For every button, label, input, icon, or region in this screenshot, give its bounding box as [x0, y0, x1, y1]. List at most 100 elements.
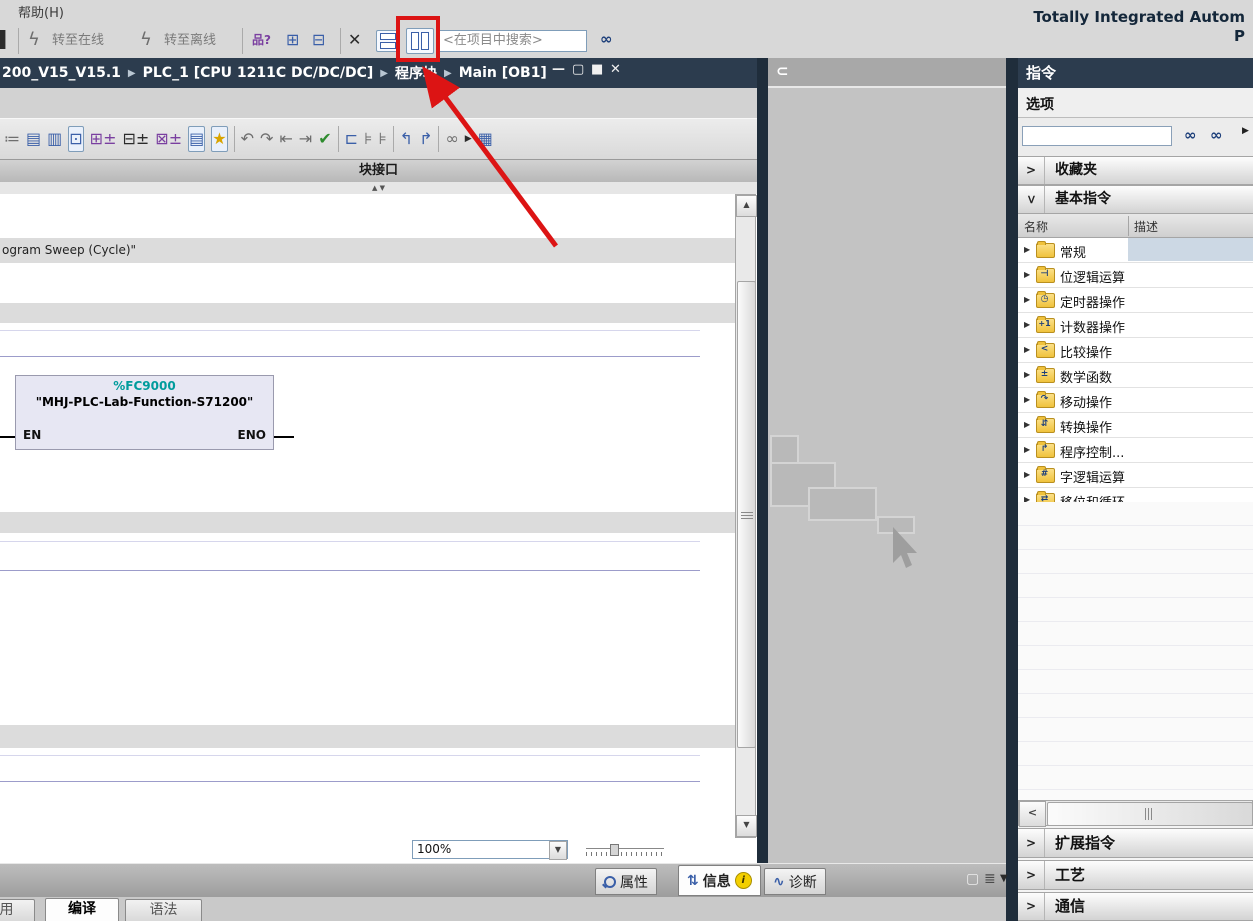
- find-previous-icon[interactable]: ∞: [1210, 126, 1223, 144]
- scroll-down-button[interactable]: ▼: [736, 815, 757, 837]
- go-online-icon[interactable]: ϟ: [28, 28, 40, 52]
- tab-info[interactable]: ⇅ 信息 i: [678, 865, 761, 896]
- redo-icon[interactable]: ↷: [260, 127, 273, 151]
- instruction-label[interactable]: 字逻辑运算: [1060, 467, 1125, 486]
- accessible-devices-icon[interactable]: 品?: [252, 28, 271, 52]
- expand-chevron-icon[interactable]: ▶: [1024, 395, 1030, 404]
- instruction-label[interactable]: 比较操作: [1060, 342, 1112, 361]
- search-project-icon[interactable]: ∞: [600, 30, 613, 48]
- slider-thumb[interactable]: [610, 844, 619, 856]
- undo-icon[interactable]: ↶: [241, 127, 254, 151]
- expand-chevron-icon[interactable]: ▶: [1024, 445, 1030, 454]
- split-window-icon[interactable]: ⊟: [312, 28, 325, 52]
- instruction-search-input[interactable]: [1022, 126, 1172, 146]
- favorites-star-icon[interactable]: ★: [211, 126, 227, 152]
- more-commands-icon[interactable]: ▶: [465, 127, 472, 151]
- tab-properties[interactable]: 属性: [595, 868, 657, 895]
- expand-chevron-icon[interactable]: ▶: [1024, 295, 1030, 304]
- instruction-label[interactable]: 数学函数: [1060, 367, 1112, 386]
- instruction-label[interactable]: 移动操作: [1060, 392, 1112, 411]
- col-desc[interactable]: 描述: [1134, 218, 1158, 235]
- instruction-row-math[interactable]: ▶ ± 数学函数: [1018, 363, 1253, 388]
- monitor-on-icon[interactable]: ⊏: [345, 127, 358, 151]
- tab-syntax[interactable]: 语法: [125, 899, 202, 921]
- breadcrumb-main-ob1[interactable]: Main [OB1]: [459, 65, 547, 81]
- tab-diagnostics[interactable]: ∿ 诊断: [764, 868, 826, 895]
- insert-block2-icon[interactable]: ▥: [47, 127, 62, 151]
- ladder-content[interactable]: ogram Sweep (Cycle)" %FC9000 "MHJ-PLC-La…: [0, 194, 735, 838]
- zoom-slider[interactable]: [586, 844, 664, 857]
- instruction-label[interactable]: 程序控制...: [1060, 442, 1124, 461]
- upload-icon[interactable]: ⇥: [299, 127, 312, 151]
- pin-panel-icon[interactable]: ⊂: [776, 62, 789, 80]
- expand-chevron-icon[interactable]: ▶: [1024, 245, 1030, 254]
- instruction-row-compare[interactable]: ▶ < 比较操作: [1018, 338, 1253, 363]
- scrollbar-thumb[interactable]: [737, 281, 756, 748]
- expand-chevron-icon[interactable]: ▶: [1024, 320, 1030, 329]
- editor-vertical-scrollbar[interactable]: ▲ ▼: [735, 194, 756, 838]
- find-next-icon[interactable]: ∞: [1184, 126, 1197, 144]
- insert-box-c-icon[interactable]: ⊠±: [155, 127, 182, 151]
- instruction-label[interactable]: 转换操作: [1060, 417, 1112, 436]
- block-interface-band[interactable]: 块接口: [0, 160, 757, 183]
- monitor-b-icon[interactable]: ⊧: [378, 127, 386, 151]
- toggle-comments-icon[interactable]: ⊡: [68, 126, 83, 152]
- instruction-label[interactable]: 常规: [1060, 242, 1086, 261]
- tab-compile[interactable]: 编译: [45, 898, 119, 921]
- instruction-label[interactable]: 定时器操作: [1060, 292, 1125, 311]
- section-basic-instructions[interactable]: > 基本指令: [1018, 185, 1253, 214]
- more-search-icon[interactable]: ▶: [1242, 126, 1249, 136]
- insert-network-icon[interactable]: ≔: [4, 127, 20, 151]
- network-1-header[interactable]: [0, 303, 735, 323]
- instruction-row-bit-logic[interactable]: ▶ ⊣ 位逻辑运算: [1018, 263, 1253, 288]
- interface-collapse-handle[interactable]: ▲ ▼: [0, 182, 757, 194]
- project-search-input[interactable]: <在项目中搜索>: [437, 30, 587, 52]
- float-pane-icon[interactable]: ▢: [966, 871, 979, 887]
- close-icon[interactable]: ✕: [610, 62, 621, 77]
- close-all-icon[interactable]: ✕: [348, 28, 361, 52]
- vertical-splitter-left[interactable]: [757, 58, 768, 863]
- instruction-row-program-control[interactable]: ▶ ↱ 程序控制...: [1018, 438, 1253, 463]
- instruction-row-counters[interactable]: ▶ +1 计数器操作: [1018, 313, 1253, 338]
- insert-box-b-icon[interactable]: ⊟±: [122, 127, 149, 151]
- expand-chevron-icon[interactable]: ▶: [1024, 270, 1030, 279]
- glasses-icon[interactable]: ∞: [445, 127, 458, 151]
- scroll-left-button[interactable]: <: [1019, 801, 1046, 827]
- instruction-row-move[interactable]: ▶ ↷ 移动操作: [1018, 388, 1253, 413]
- instruction-label[interactable]: 计数器操作: [1060, 317, 1125, 336]
- expand-networks-icon[interactable]: ▤: [188, 126, 205, 152]
- compile-icon[interactable]: ✔: [318, 127, 331, 151]
- monitor-a-icon[interactable]: ⊧: [364, 127, 372, 151]
- ob-comment-band[interactable]: ogram Sweep (Cycle)": [0, 238, 735, 263]
- insert-box-a-icon[interactable]: ⊞±: [90, 127, 117, 151]
- pane-list-icon[interactable]: ≣: [984, 871, 996, 887]
- download-icon[interactable]: ⇤: [279, 127, 292, 151]
- column-divider[interactable]: [1128, 216, 1129, 236]
- instruction-row-word-logic[interactable]: ▶ # 字逻辑运算: [1018, 463, 1253, 488]
- zoom-combobox[interactable]: 100% ▼: [412, 840, 568, 859]
- section-favorites[interactable]: > 收藏夹: [1018, 156, 1253, 185]
- scroll-up-button[interactable]: ▲: [736, 195, 757, 217]
- task-card-hscrollbar[interactable]: <: [1018, 800, 1253, 826]
- restore-icon[interactable]: ▢: [572, 62, 584, 77]
- go-offline-icon[interactable]: ϟ: [140, 28, 152, 52]
- fc9000-call-block[interactable]: %FC9000 "MHJ-PLC-Lab-Function-S71200" EN…: [15, 375, 274, 450]
- expand-chevron-icon[interactable]: ▶: [1024, 345, 1030, 354]
- network-2-header[interactable]: [0, 512, 735, 533]
- network-3-header[interactable]: [0, 725, 735, 748]
- start-window-icon[interactable]: ⊞: [286, 28, 299, 52]
- fc-eno-pin[interactable]: ENO: [238, 428, 266, 442]
- breadcrumb-project[interactable]: 200_V15_V15.1: [2, 65, 121, 81]
- go-offline-button[interactable]: 转至离线: [164, 28, 216, 54]
- breadcrumb-plc[interactable]: PLC_1 [CPU 1211C DC/DC/DC]: [143, 65, 374, 81]
- scrollbar-thumb[interactable]: [1047, 802, 1253, 826]
- instruction-row-general[interactable]: ▶ 常规: [1018, 238, 1253, 263]
- breadcrumb-program-blocks[interactable]: 程序块: [395, 63, 437, 83]
- section-extended-instructions[interactable]: > 扩展指令: [1018, 828, 1253, 858]
- collapse-pane-icon[interactable]: ▼: [1000, 873, 1008, 884]
- go-online-button[interactable]: 转至在线: [52, 28, 104, 54]
- jump-forward-icon[interactable]: ↱: [419, 127, 432, 151]
- expand-chevron-icon[interactable]: ▶: [1024, 370, 1030, 379]
- col-name[interactable]: 名称: [1024, 218, 1048, 235]
- vertical-splitter-right[interactable]: [1006, 58, 1018, 921]
